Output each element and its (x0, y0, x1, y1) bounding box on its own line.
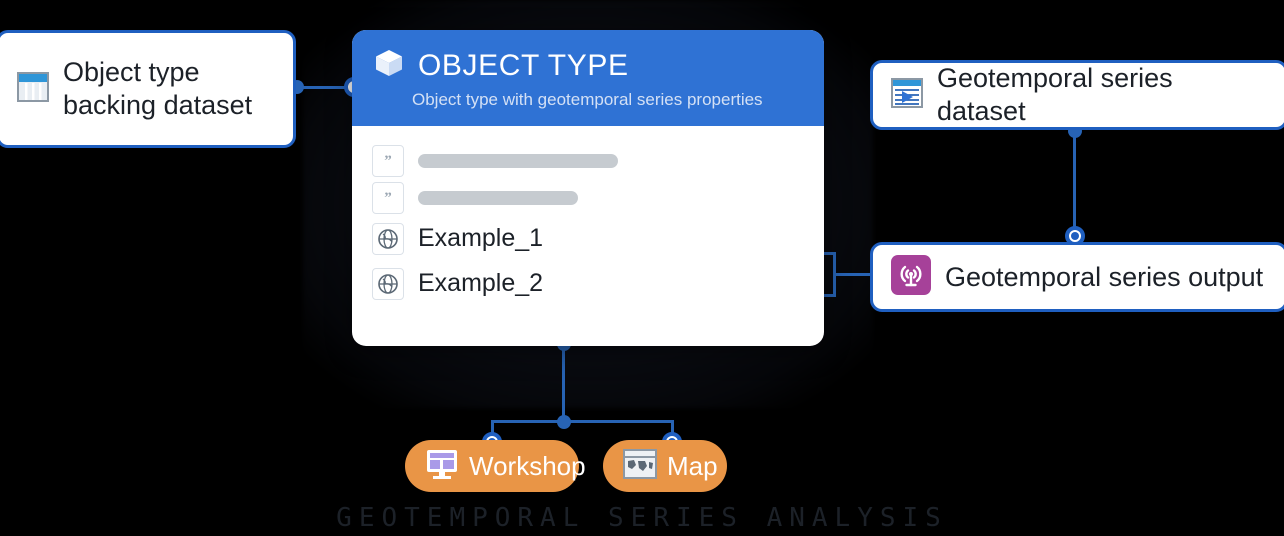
geotemporal-series-dataset-box[interactable]: Geotemporal series dataset (870, 60, 1284, 130)
property-name: Example_1 (418, 224, 544, 252)
quote-icon: ” (372, 181, 404, 214)
card-header: OBJECT TYPE Object type with geotemporal… (352, 30, 824, 126)
pill-workshop[interactable]: Workshop (405, 440, 586, 492)
pill-workshop-label: Workshop (469, 450, 586, 481)
globe-icon (372, 222, 404, 255)
card-subtitle: Object type with geotemporal series prop… (412, 90, 763, 109)
workshop-monitor-icon (425, 448, 459, 485)
object-type-card[interactable]: OBJECT TYPE Object type with geotemporal… (352, 30, 824, 346)
svg-text:”: ” (384, 190, 392, 206)
connector-dataset-output (1073, 130, 1076, 240)
card-property-list: ” ” Example_1 Example_2 (352, 126, 824, 306)
quote-icon: ” (372, 144, 404, 177)
property-name: Example_2 (418, 269, 544, 297)
diagram-canvas: Object type backing dataset Geotemporal … (0, 0, 1284, 536)
redacted-value-bar (418, 190, 578, 205)
connector-pill-bus (492, 420, 674, 423)
globe-icon (372, 267, 404, 300)
media-list-icon (891, 77, 923, 113)
right-top-box-label: Geotemporal series dataset (937, 63, 1173, 126)
left-box-line1: Object type (63, 57, 200, 88)
broadcast-icon (891, 254, 931, 300)
pill-map-label: Map (667, 450, 718, 481)
object-type-backing-dataset-box[interactable]: Object type backing dataset (0, 30, 296, 148)
connector-card-bottom (562, 344, 565, 422)
map-window-icon (623, 448, 657, 484)
svg-text:”: ” (384, 153, 392, 169)
left-box-line2: backing dataset (63, 90, 253, 120)
redacted-value-bar (418, 153, 618, 168)
geotemporal-series-output-box[interactable]: Geotemporal series output (870, 242, 1284, 312)
property-row[interactable]: Example_2 (372, 261, 804, 306)
property-row[interactable]: ” (372, 142, 804, 179)
right-bottom-box-label: Geotemporal series output (945, 261, 1264, 292)
property-row[interactable]: ” (372, 179, 804, 216)
table-dataset-icon (17, 71, 49, 107)
diagram-caption: GEOTEMPORAL SERIES ANALYSIS (336, 503, 948, 533)
cube-icon (374, 48, 404, 83)
property-row[interactable]: Example_1 (372, 216, 804, 261)
pill-map[interactable]: Map (603, 440, 727, 492)
left-box-label: Object type backing dataset (63, 56, 252, 122)
card-title: OBJECT TYPE (418, 48, 629, 82)
